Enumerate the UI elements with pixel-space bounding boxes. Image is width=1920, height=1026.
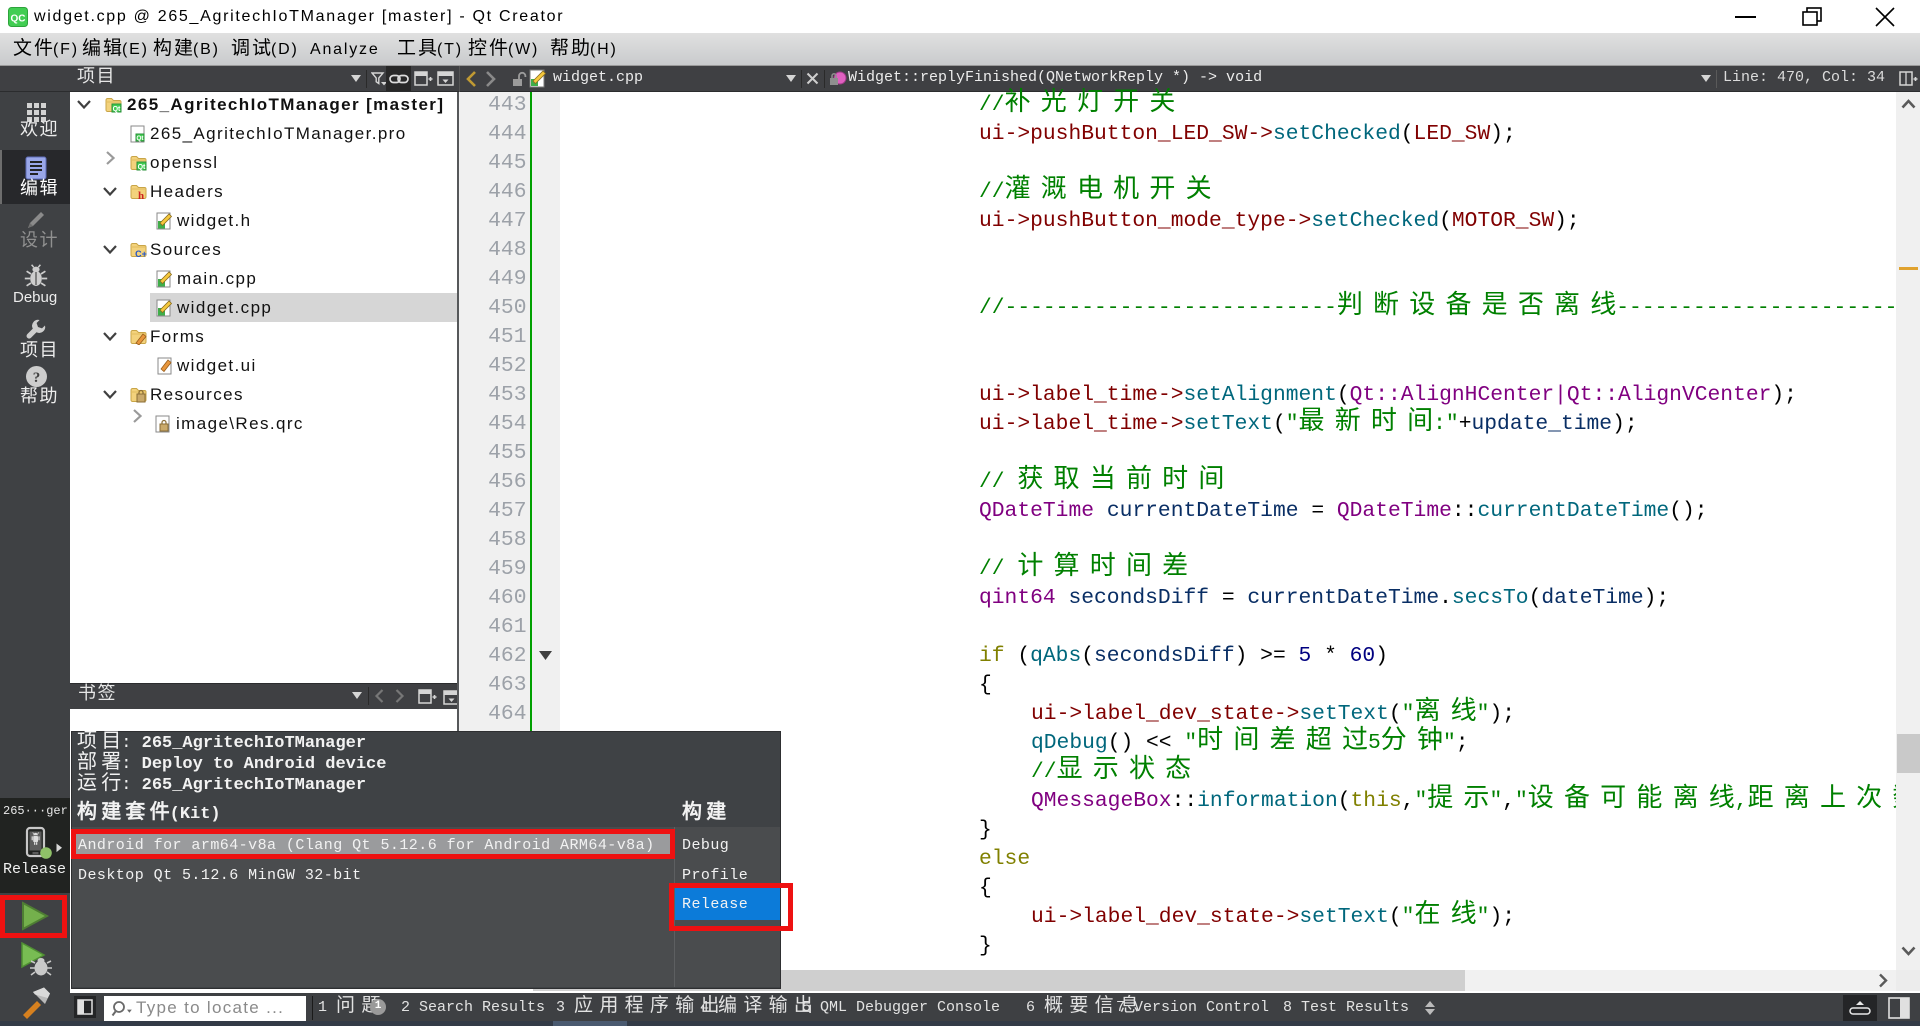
svg-text:QC: QC [11, 14, 26, 25]
svg-text:?: ? [33, 370, 41, 386]
